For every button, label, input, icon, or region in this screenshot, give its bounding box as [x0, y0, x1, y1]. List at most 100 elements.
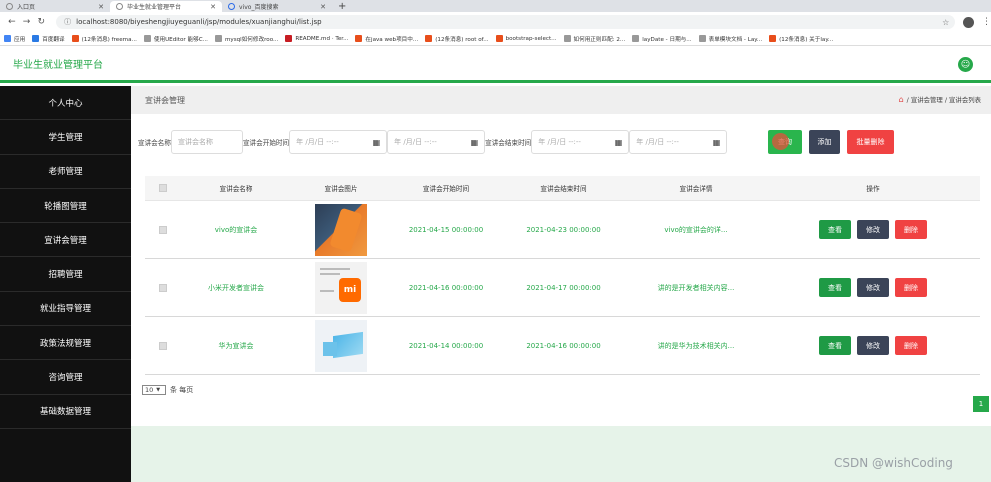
more-menu-icon[interactable]: ⋮ — [982, 17, 991, 27]
date-placeholder: 年 /月/日 --:-- — [538, 138, 581, 146]
delete-button[interactable]: 删除 — [895, 336, 927, 355]
batch-delete-button[interactable]: 批量删除 — [847, 130, 894, 154]
row-checkbox[interactable] — [159, 283, 167, 292]
bookmark-label: 应用 — [14, 36, 26, 43]
bookmark-item[interactable]: README.md · Ter... — [285, 35, 348, 42]
sidebar-item-teachers[interactable]: 老师管理 — [0, 155, 131, 189]
row-name: 小米开发者宣讲会 — [208, 283, 264, 292]
bookmark-icon — [769, 35, 777, 42]
bookmark-icon — [285, 35, 293, 42]
bookmark-item[interactable]: (12条消息) 关于lay... — [769, 35, 833, 43]
bookmark-item[interactable]: 使用UEditor 能够C... — [143, 35, 208, 43]
bookmark-label: (12条消息) root of... — [435, 36, 489, 43]
home-icon[interactable]: ⌂ — [899, 95, 904, 104]
table-row: 华为宣讲会 2021-04-14 00:00:00 2021-04-16 00:… — [145, 317, 980, 375]
info-icon[interactable]: ⓘ — [64, 17, 71, 27]
seminar-image-vivo — [315, 203, 367, 256]
page-1-button[interactable]: 1 — [973, 396, 989, 412]
close-icon[interactable]: ✕ — [320, 3, 326, 11]
bookmark-item[interactable]: layDate - 日期与... — [632, 35, 692, 43]
table-header: 宣讲会名称 宣讲会图片 宣讲会开始时间 宣讲会结束时间 宣讲会详情 操作 — [145, 176, 980, 201]
calendar-icon[interactable]: ▦ — [373, 138, 381, 147]
end-time-to-input[interactable]: 年 /月/日 --:-- ▦ — [629, 130, 728, 154]
name-label: 宣讲会名称 — [138, 139, 171, 147]
row-start-time: 2021-04-16 00:00:00 — [408, 283, 484, 292]
bookmark-label: (12条消息) freema... — [81, 36, 137, 43]
mi-logo-icon: mi — [339, 277, 361, 302]
sidebar-item-personal-center[interactable]: 个人中心 — [0, 86, 131, 121]
new-tab-button[interactable]: + — [338, 2, 346, 12]
browser-tab-2[interactable]: 毕业生就业管理平台 ✕ — [110, 1, 222, 12]
sidebar-item-seminars[interactable]: 宣讲会管理 — [0, 223, 131, 258]
bookmark-item[interactable]: 应用 — [4, 35, 25, 43]
breadcrumb-item-seminar-management[interactable]: 宣讲会管理 — [911, 95, 943, 104]
calendar-icon[interactable]: ▦ — [615, 138, 623, 147]
bookmark-icon — [143, 35, 151, 42]
star-icon[interactable]: ☆ — [942, 18, 949, 27]
sidebar-item-consultation[interactable]: 咨询管理 — [0, 360, 131, 395]
bookmark-icon — [495, 35, 503, 42]
search-form: 宣讲会名称 宣讲会名称 宣讲会开始时间 年 /月/日 --:-- ▦ 年 /月/… — [138, 130, 728, 154]
page-size-control: 10 ▼ 条 每页 — [142, 385, 193, 395]
edit-button[interactable]: 修改 — [857, 278, 889, 297]
calendar-icon[interactable]: ▦ — [713, 138, 721, 147]
browser-tab-3[interactable]: vivo_百度搜索 ✕ — [222, 1, 332, 12]
sidebar-item-carousel[interactable]: 轮播图管理 — [0, 189, 131, 224]
bookmark-item[interactable]: 表单模块文档 - Lay... — [698, 35, 763, 43]
row-image-cell — [291, 319, 391, 372]
view-button[interactable]: 查看 — [819, 220, 851, 239]
bookmark-item[interactable]: bootstrap-select... — [495, 35, 557, 42]
sidebar-item-policies[interactable]: 政策法规管理 — [0, 326, 131, 361]
browser-tab-1[interactable]: 入口页 ✕ — [0, 1, 110, 12]
bookmark-label: 使用UEditor 能够C... — [153, 36, 208, 43]
end-time-from-input[interactable]: 年 /月/日 --:-- ▦ — [531, 130, 630, 154]
url-input[interactable]: ⓘ localhost:8080/biyeshengjiuyeguanli/js… — [56, 15, 956, 29]
start-time-from-input[interactable]: 年 /月/日 --:-- ▦ — [289, 130, 388, 154]
seminar-image-huawei — [315, 319, 367, 372]
start-time-to-input[interactable]: 年 /月/日 --:-- ▦ — [387, 130, 486, 154]
row-actions: 查看 修改 删除 — [766, 220, 980, 239]
delete-button[interactable]: 删除 — [895, 220, 927, 239]
edit-button[interactable]: 修改 — [857, 220, 889, 239]
sidebar-item-employment-guidance[interactable]: 就业指导管理 — [0, 292, 131, 327]
sidebar-item-base-data[interactable]: 基础数据管理 — [0, 395, 131, 429]
header-image: 宣讲会图片 — [324, 185, 358, 193]
bookmark-label: mysql如何修改roo... — [224, 36, 279, 43]
bookmark-item[interactable]: 如何用正则匹配: 2... — [563, 35, 625, 43]
user-icon[interactable]: ☺ — [958, 57, 973, 72]
page-size-select[interactable]: 10 ▼ — [142, 385, 166, 395]
back-icon[interactable]: ← — [6, 17, 18, 27]
row-actions: 查看 修改 删除 — [766, 278, 980, 297]
bookmark-label: 表单模块文档 - Lay... — [708, 36, 763, 43]
view-button[interactable]: 查看 — [819, 336, 851, 355]
seminar-name-input[interactable]: 宣讲会名称 — [170, 130, 243, 154]
bookmark-item[interactable]: 百度翻译 — [32, 35, 65, 43]
edit-button[interactable]: 修改 — [857, 336, 889, 355]
add-button[interactable]: 添加 — [809, 130, 840, 154]
profile-avatar-icon[interactable] — [963, 16, 974, 28]
close-icon[interactable]: ✕ — [98, 3, 104, 11]
sidebar-item-students[interactable]: 学生管理 — [0, 120, 131, 155]
row-checkbox[interactable] — [159, 225, 167, 234]
bookmark-item[interactable]: (12条消息) root of... — [425, 35, 489, 43]
forward-icon[interactable]: → — [21, 17, 33, 27]
breadcrumb-sep: / — [944, 95, 947, 104]
row-actions: 查看 修改 删除 — [766, 336, 980, 355]
reload-icon[interactable]: ↻ — [35, 17, 47, 27]
app-header: 毕业生就业管理平台 ☺ — [0, 46, 991, 83]
bookmark-item[interactable]: (12条消息) freema... — [71, 35, 137, 43]
view-button[interactable]: 查看 — [819, 278, 851, 297]
sidebar-item-recruitment[interactable]: 招聘管理 — [0, 257, 131, 292]
bookmark-item[interactable]: mysql如何修改roo... — [214, 35, 279, 43]
bookmark-item[interactable]: 在java web项目中... — [355, 35, 418, 43]
breadcrumb-item-seminar-list: 宣讲会列表 — [949, 96, 981, 104]
calendar-icon[interactable]: ▦ — [471, 138, 479, 147]
start-time-label: 宣讲会开始时间 — [242, 139, 290, 147]
delete-button[interactable]: 删除 — [895, 278, 927, 297]
mouse-cursor-highlight — [772, 133, 789, 150]
select-all-checkbox[interactable] — [159, 184, 167, 192]
csdn-watermark: CSDN @wishCoding — [834, 456, 953, 470]
close-icon[interactable]: ✕ — [210, 3, 216, 11]
url-text: localhost:8080/biyeshengjiuyeguanli/jsp/… — [76, 18, 322, 26]
row-checkbox[interactable] — [159, 341, 167, 350]
